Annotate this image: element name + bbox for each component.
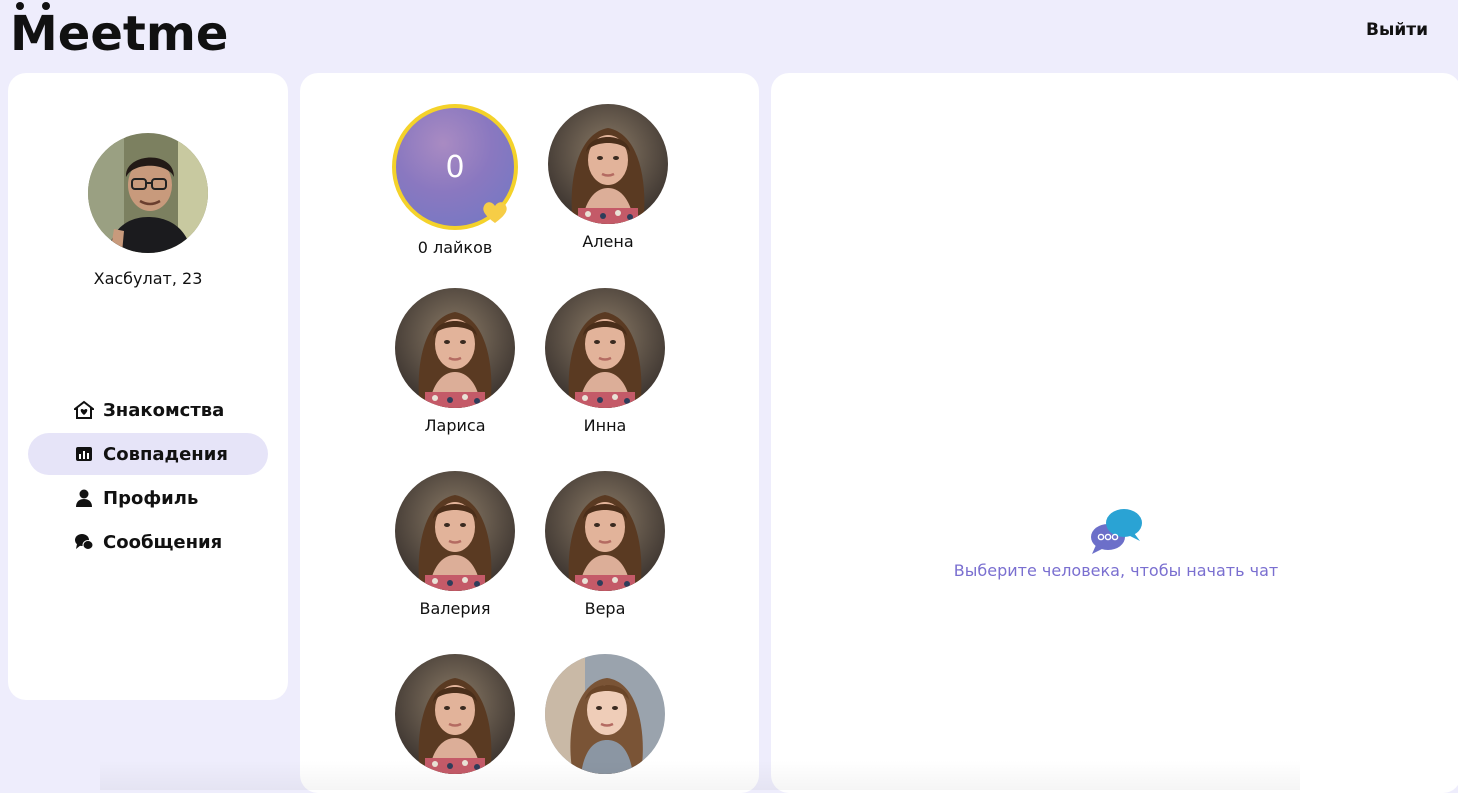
- chat-empty-hint: Выберите человека, чтобы начать чат: [953, 561, 1279, 580]
- nav-item-profile[interactable]: Профиль: [28, 477, 268, 519]
- user-name-age: Хасбулат, 23: [93, 269, 203, 288]
- match-avatar: [395, 471, 515, 591]
- chat-panel: Выберите человека, чтобы начать чат: [771, 73, 1458, 793]
- likes-counter: 0: [392, 104, 518, 230]
- matches-panel: 0 0 лайков Алена Лариса Инна Валерия Вер…: [300, 73, 759, 793]
- chart-icon: [76, 447, 92, 461]
- likes-tile[interactable]: 0 0 лайков: [385, 104, 525, 257]
- nav-item-matches[interactable]: Совпадения: [28, 433, 268, 475]
- nav-item-label: Сообщения: [103, 531, 223, 553]
- match-tile[interactable]: Алена: [538, 104, 678, 251]
- app-logo[interactable]: Meetme: [10, 2, 228, 62]
- match-avatar: [395, 654, 515, 774]
- sidebar: Хасбулат, 23 Знакомства Совпадения Профи…: [8, 73, 288, 700]
- match-tile[interactable]: Лариса: [385, 288, 525, 435]
- nav-item-label: Знакомства: [103, 399, 225, 421]
- heart-icon: [483, 202, 507, 223]
- match-name: Вера: [584, 599, 626, 618]
- home-heart-icon: [74, 400, 94, 419]
- user-icon: [76, 489, 92, 507]
- likes-label: 0 лайков: [417, 238, 493, 257]
- nav-item-label: Профиль: [103, 487, 199, 509]
- match-avatar: [545, 471, 665, 591]
- likes-count: 0: [445, 149, 465, 185]
- match-tile[interactable]: [385, 654, 525, 782]
- chat-bubbles-icon: [1091, 509, 1142, 554]
- match-avatar: [545, 654, 665, 774]
- match-avatar: [548, 104, 668, 224]
- match-name: Валерия: [419, 599, 491, 618]
- match-name: Лариса: [424, 416, 486, 435]
- match-tile[interactable]: Инна: [535, 288, 675, 435]
- match-avatar: [545, 288, 665, 408]
- nav-item-dating[interactable]: Знакомства: [28, 389, 268, 431]
- top-bar: Meetme Выйти: [0, 0, 1458, 72]
- match-name: Инна: [583, 416, 627, 435]
- chat-empty-state: Выберите человека, чтобы начать чат: [771, 507, 1458, 580]
- match-tile[interactable]: Вера: [535, 471, 675, 618]
- chat-icon: [75, 534, 94, 550]
- match-name: Алена: [582, 232, 634, 251]
- nav-item-label: Совпадения: [103, 443, 228, 465]
- match-avatar: [395, 288, 515, 408]
- match-tile[interactable]: Валерия: [385, 471, 525, 618]
- logout-button[interactable]: Выйти: [1366, 20, 1428, 40]
- main-nav: Знакомства Совпадения Профиль Сообщения: [28, 389, 268, 565]
- match-tile[interactable]: [535, 654, 675, 782]
- logo-dots: [12, 2, 52, 12]
- user-avatar[interactable]: [88, 133, 208, 253]
- nav-item-messages[interactable]: Сообщения: [28, 521, 268, 563]
